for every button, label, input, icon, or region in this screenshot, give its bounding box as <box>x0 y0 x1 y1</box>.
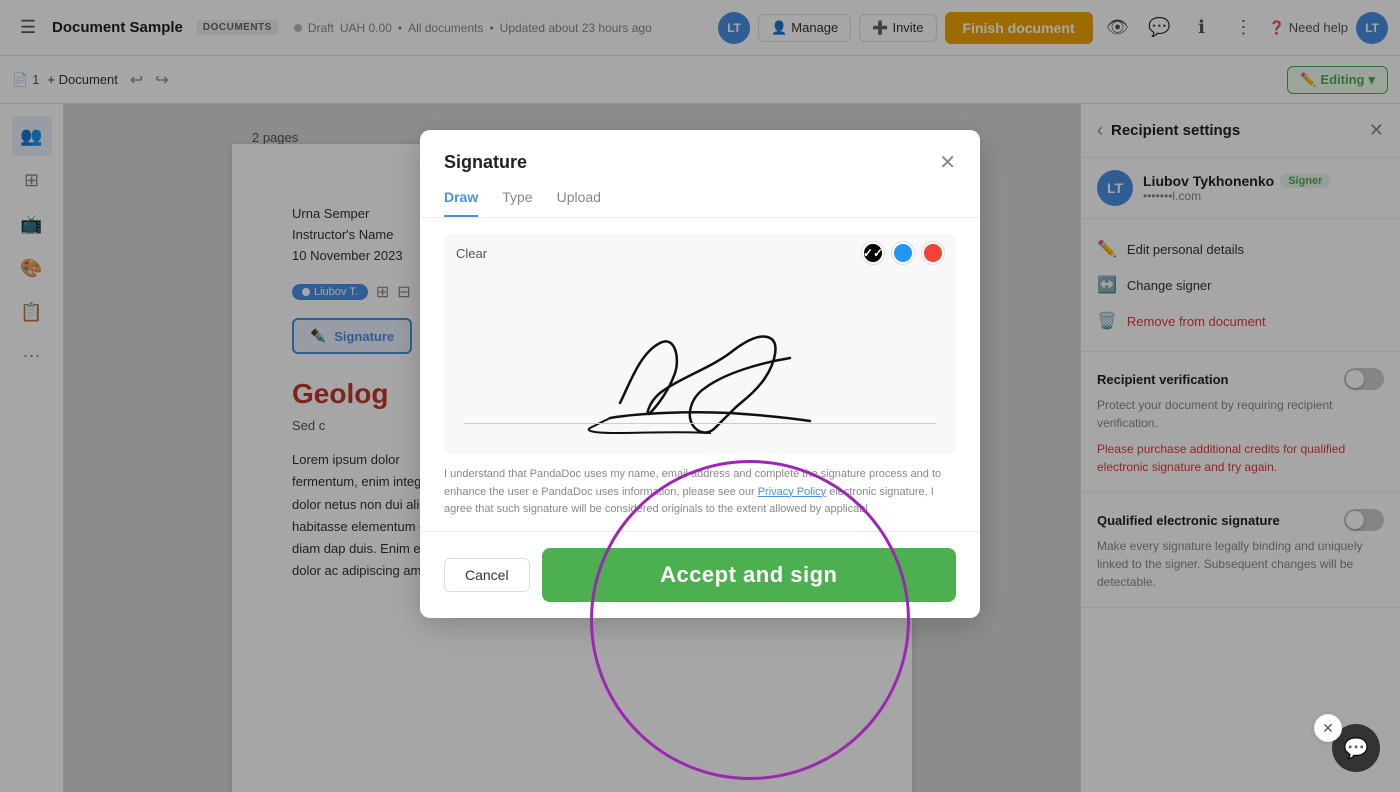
modal-tabs: Draw Type Upload <box>420 189 980 218</box>
chat-bubble-icon: 💬 <box>1344 736 1369 761</box>
modal-header: Signature ✕ <box>420 130 980 175</box>
consent-text: I understand that PandaDoc uses my name,… <box>444 466 956 519</box>
accept-and-sign-button[interactable]: Accept and sign <box>542 548 956 602</box>
color-red-dot[interactable] <box>922 242 944 264</box>
clear-signature-button[interactable]: Clear <box>456 246 487 261</box>
signature-drawing-area[interactable] <box>444 272 956 454</box>
signature-svg <box>560 283 840 443</box>
tab-draw[interactable]: Draw <box>444 189 478 217</box>
signature-modal: Signature ✕ Draw Type Upload Clear ✓ <box>420 130 980 618</box>
tab-type[interactable]: Type <box>502 189 532 217</box>
signature-baseline <box>464 423 936 424</box>
color-black-dot[interactable]: ✓ <box>862 242 884 264</box>
color-blue-dot[interactable] <box>892 242 914 264</box>
modal-close-button[interactable]: ✕ <box>939 150 956 175</box>
cancel-button[interactable]: Cancel <box>444 558 530 592</box>
tab-upload[interactable]: Upload <box>557 189 601 217</box>
chat-close-button[interactable]: ✕ <box>1314 714 1342 742</box>
color-picker: ✓ <box>862 242 944 264</box>
sig-canvas-toolbar: Clear ✓ <box>444 234 956 272</box>
signature-canvas-area[interactable]: Clear ✓ <box>444 234 956 454</box>
modal-title: Signature <box>444 152 527 173</box>
privacy-policy-link[interactable]: Privacy Policy <box>758 486 826 498</box>
modal-footer: Cancel Accept and sign <box>420 531 980 618</box>
modal-overlay: Signature ✕ Draw Type Upload Clear ✓ <box>0 0 1400 792</box>
